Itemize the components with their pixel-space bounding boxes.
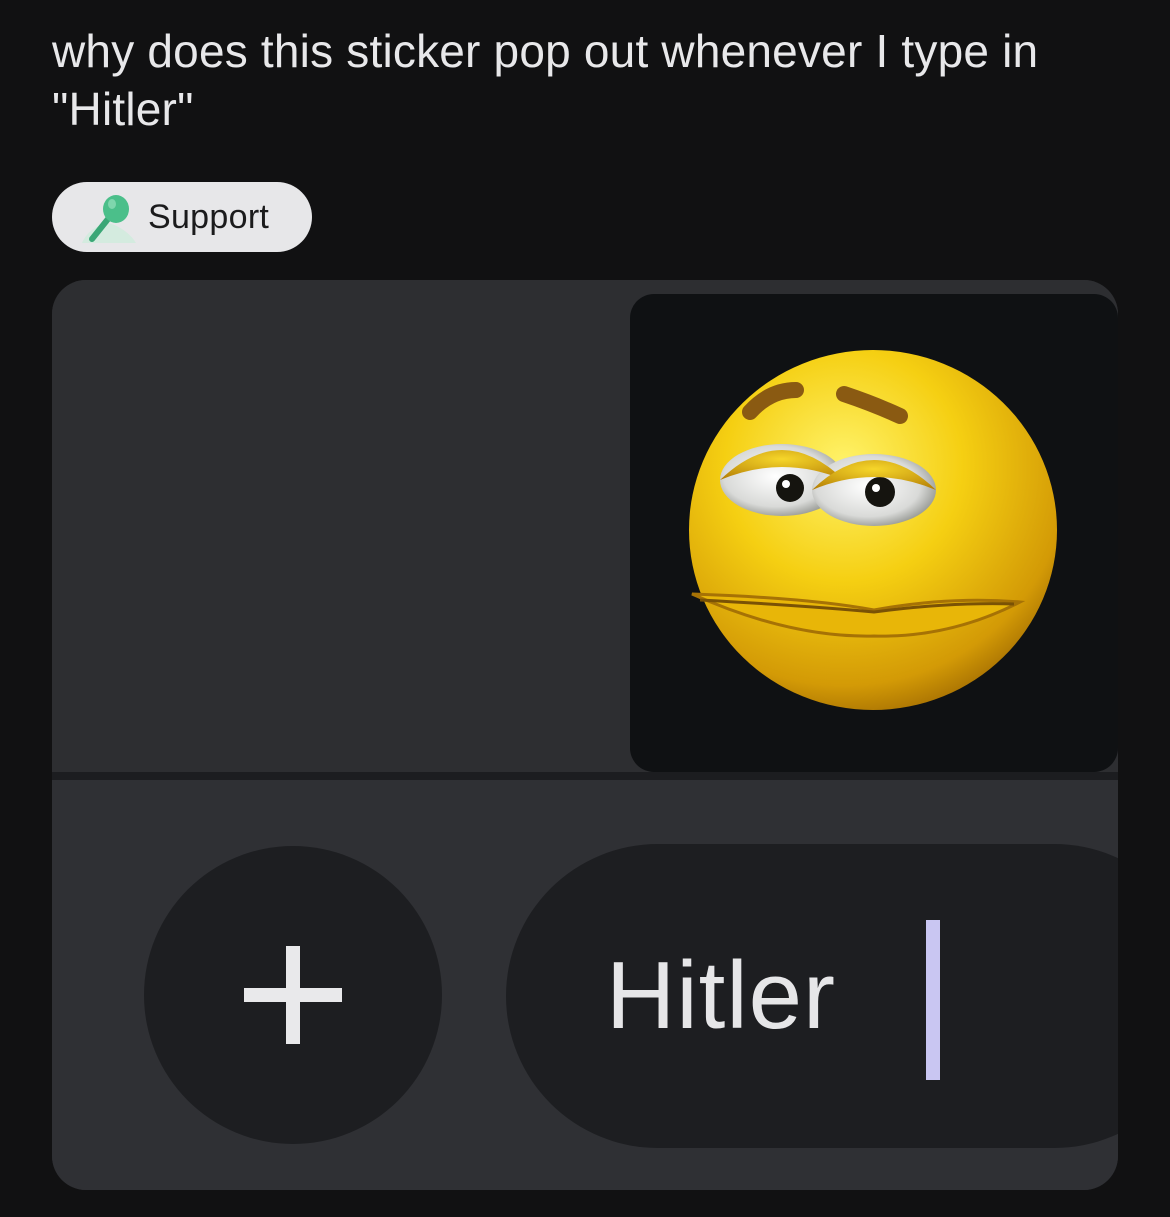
post-title: why does this sticker pop out whenever I… — [52, 25, 1039, 135]
composer-divider — [52, 772, 1118, 780]
post-flair-support[interactable]: Support — [52, 182, 312, 252]
message-input[interactable]: Hitler — [506, 844, 1118, 1148]
sad-emoji-face-icon — [689, 350, 1057, 710]
chat-screenshot: Hitler — [52, 280, 1118, 1190]
lightbulb-person-icon — [82, 195, 136, 243]
sticker-suggestion[interactable] — [630, 294, 1118, 772]
text-caret — [926, 920, 940, 1080]
plus-icon — [244, 946, 342, 1044]
message-input-value: Hitler — [606, 942, 837, 1049]
add-attachment-button[interactable] — [144, 846, 442, 1144]
flair-label: Support — [148, 197, 270, 236]
chat-message-area — [52, 280, 1118, 774]
